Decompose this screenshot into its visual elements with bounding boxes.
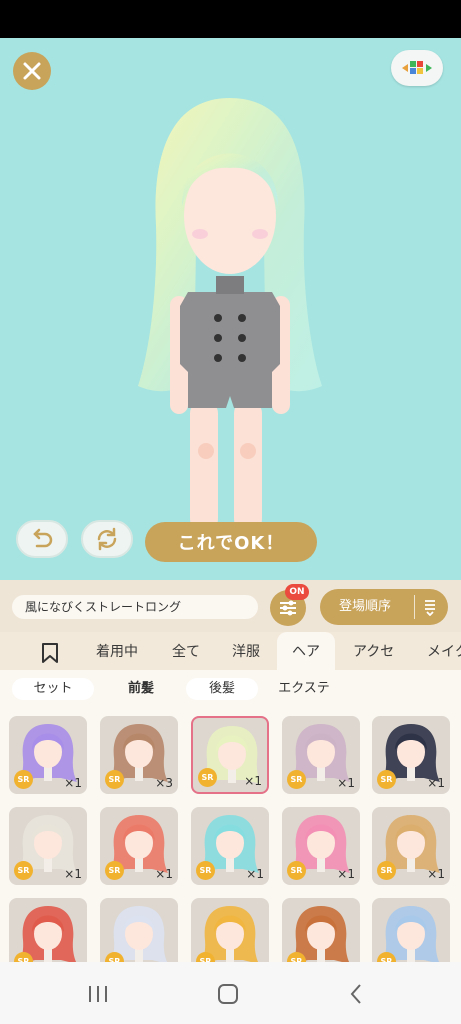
selected-item-name: 風になびくストレートロング: [12, 595, 258, 619]
item-grid: SR ×1 SR ×3 SR ×1 SR ×1 SR ×1 SR ×1 SR ×1 SR ×1 SR ×1 SR ×1…: [0, 708, 461, 962]
back-icon: [350, 984, 361, 1004]
home-icon: [218, 984, 238, 1004]
recent-apps-button[interactable]: [78, 980, 118, 1008]
rarity-badge: SR: [287, 861, 306, 880]
item-quantity: ×3: [155, 776, 173, 790]
tab-hair[interactable]: ヘア: [277, 632, 335, 670]
item-quantity: ×1: [427, 776, 445, 790]
control-strip: 風になびくストレートロング ON 登場順序: [0, 580, 461, 632]
filter-on-badge: ON: [285, 584, 309, 600]
rarity-badge: SR: [196, 861, 215, 880]
palette-button[interactable]: [391, 50, 443, 86]
category-tabs: 着用中 全て 洋服 ヘア アクセ メイク: [0, 632, 461, 670]
undo-icon: [33, 528, 53, 548]
android-nav-bar: [0, 962, 461, 1024]
hair-item-card[interactable]: SR: [9, 898, 87, 962]
hair-subtabs: セット 前髪 後髪 エクステ: [0, 670, 461, 708]
item-quantity: ×1: [337, 776, 355, 790]
subtab-back-hair[interactable]: 後髪: [186, 678, 258, 700]
hair-item-card[interactable]: SR: [191, 898, 269, 962]
hair-item-card[interactable]: SR ×1: [372, 716, 450, 794]
tab-clothes[interactable]: 洋服: [232, 632, 260, 670]
bookmark-icon[interactable]: [41, 642, 59, 664]
item-quantity: ×1: [64, 776, 82, 790]
sort-divider: [414, 595, 415, 619]
rarity-badge: SR: [14, 861, 33, 880]
recent-apps-icon: [89, 986, 107, 1002]
rarity-badge: SR: [105, 861, 124, 880]
undo-button[interactable]: [16, 520, 68, 558]
close-button[interactable]: [13, 52, 51, 90]
tab-wearing[interactable]: 着用中: [96, 632, 138, 670]
subtab-set[interactable]: セット: [12, 678, 94, 700]
rotate-button[interactable]: [81, 520, 133, 558]
status-bar: [0, 0, 461, 38]
tab-all[interactable]: 全て: [172, 632, 200, 670]
hair-item-card[interactable]: SR: [100, 898, 178, 962]
confirm-ok-button[interactable]: これでOK！: [145, 522, 317, 562]
rarity-badge: SR: [377, 861, 396, 880]
tab-makeup[interactable]: メイク: [427, 632, 461, 670]
hair-item-card[interactable]: SR ×1: [282, 807, 360, 885]
item-quantity: ×1: [155, 867, 173, 881]
subtab-extensions[interactable]: エクステ: [268, 678, 340, 700]
avatar-figure: [138, 98, 322, 545]
rarity-badge: SR: [198, 768, 217, 787]
close-icon: [23, 62, 41, 80]
hair-item-card[interactable]: SR: [282, 898, 360, 962]
subtab-front-hair[interactable]: 前髪: [104, 678, 178, 700]
sort-button[interactable]: 登場順序: [320, 589, 448, 625]
avatar-preview: これでOK！: [0, 38, 461, 580]
sliders-icon: [280, 600, 296, 616]
sort-order-icon[interactable]: [423, 598, 437, 616]
item-quantity: ×1: [64, 867, 82, 881]
hair-item-card[interactable]: SR ×1: [191, 807, 269, 885]
rarity-badge: SR: [14, 770, 33, 789]
palette-icon: [402, 61, 432, 74]
hair-item-card[interactable]: SR: [372, 898, 450, 962]
tab-accessories[interactable]: アクセ: [353, 632, 394, 670]
hair-item-card[interactable]: SR ×1: [191, 716, 269, 794]
rarity-badge: SR: [377, 770, 396, 789]
rarity-badge: SR: [287, 770, 306, 789]
item-quantity: ×1: [246, 867, 264, 881]
hair-item-card[interactable]: SR ×1: [282, 716, 360, 794]
home-button[interactable]: [208, 980, 248, 1008]
item-quantity: ×1: [244, 774, 262, 788]
back-button[interactable]: [336, 980, 376, 1008]
hair-item-card[interactable]: SR ×1: [9, 716, 87, 794]
item-quantity: ×1: [337, 867, 355, 881]
sort-label: 登場順序: [339, 599, 392, 614]
hair-item-card[interactable]: SR ×3: [100, 716, 178, 794]
hair-item-card[interactable]: SR ×1: [9, 807, 87, 885]
hair-item-card[interactable]: SR ×1: [100, 807, 178, 885]
rarity-badge: SR: [105, 770, 124, 789]
rotate-icon: [97, 527, 117, 551]
item-quantity: ×1: [427, 867, 445, 881]
hair-item-card[interactable]: SR ×1: [372, 807, 450, 885]
